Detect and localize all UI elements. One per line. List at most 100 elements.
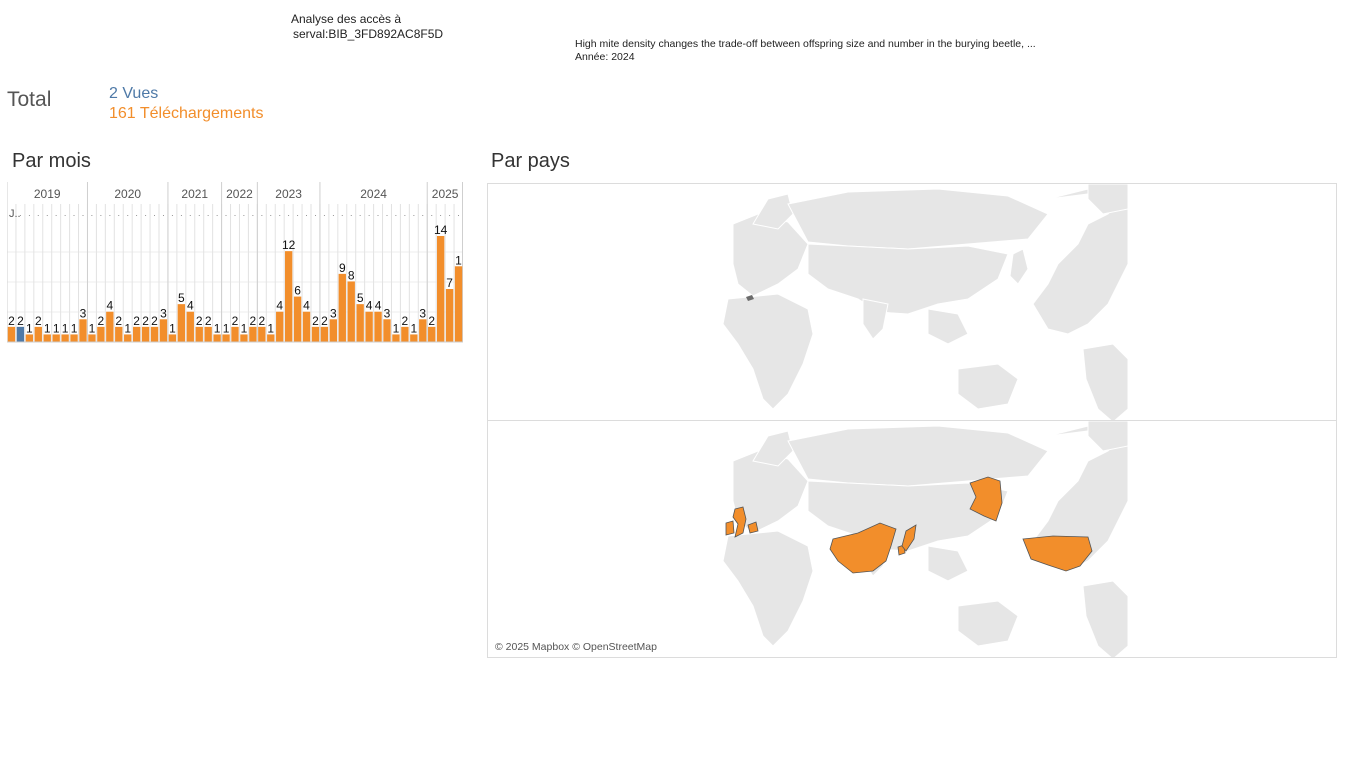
month-header-dot: . (341, 208, 344, 218)
month-header-dot: . (252, 208, 255, 218)
bar-value-label: 8 (348, 268, 355, 282)
bar-value-label: 4 (375, 299, 382, 313)
bar-value-label: 2 (258, 314, 265, 328)
land-south-america (1082, 343, 1129, 420)
bar-value-label: 2 (35, 314, 42, 328)
bar-value-label: 9 (339, 261, 346, 275)
bar-value-label: 5 (178, 291, 185, 305)
month-header-dot: . (37, 208, 40, 218)
month-header-dot: . (46, 208, 49, 218)
month-header-dot: . (135, 208, 138, 218)
bar-downloads (132, 326, 141, 342)
bar-downloads (258, 326, 266, 342)
month-header-dot: . (430, 208, 433, 218)
bar-value-label: 3 (384, 306, 391, 320)
month-header-dot: . (457, 208, 460, 218)
bar-value-label: 1 (26, 321, 33, 335)
total-downloads[interactable]: 161 Téléchargements (109, 105, 263, 123)
month-header-dot: . (28, 208, 31, 218)
bar-value-label: 4 (303, 299, 310, 313)
bar-value-label: 2 (115, 314, 122, 328)
bar-downloads (7, 326, 16, 342)
bar-value-label: 1 (89, 321, 96, 335)
bar-downloads (302, 311, 311, 342)
land-africa (722, 530, 814, 647)
bar-downloads (276, 311, 284, 342)
bar-value-label: 2 (142, 314, 149, 328)
month-header-dot: . (82, 208, 85, 218)
land-asia (807, 243, 1009, 315)
bar-value-label: 2 (151, 314, 158, 328)
bar-value-label: 14 (434, 223, 448, 237)
bar-value-label: 3 (80, 306, 87, 320)
land-southeast-asia (927, 308, 969, 345)
month-header-dot: . (19, 208, 22, 218)
land-japan (1009, 248, 1029, 285)
bar-value-label: 5 (357, 291, 364, 305)
map-panel-views[interactable] (487, 183, 1337, 421)
bar-value-label: 2 (402, 314, 409, 328)
bar-downloads (141, 326, 150, 342)
report-title: Analyse des accès à serval:BIB_3FD892AC8… (291, 12, 443, 42)
month-header-dot: . (100, 208, 103, 218)
bar-value-label: 3 (160, 306, 167, 320)
bar-downloads (428, 326, 436, 342)
bar-value-label: 6 (294, 284, 301, 298)
country-united-states[interactable] (1022, 535, 1093, 572)
month-header-dot: . (171, 208, 174, 218)
bar-downloads (52, 334, 60, 342)
bar-downloads (70, 334, 78, 342)
country-united-kingdom[interactable] (732, 506, 747, 538)
publication-year: Année: 2024 (575, 51, 635, 63)
bar-value-label: 4 (366, 299, 373, 313)
bar-value-label: 3 (330, 306, 337, 320)
month-header-dot: . (359, 208, 362, 218)
year-label-2023: 2023 (275, 187, 302, 201)
bar-value-label: 2 (312, 314, 319, 328)
month-header-dot: . (243, 208, 246, 218)
bar-downloads (150, 326, 159, 342)
month-header-dot: . (314, 208, 317, 218)
bar-value-label: 2 (196, 314, 203, 328)
month-header-dot: . (296, 208, 299, 218)
month-header-dot: . (234, 208, 237, 218)
bar-value-label: 2 (321, 314, 328, 328)
report-title-line1: Analyse des accès à (291, 12, 402, 26)
bar-downloads (365, 311, 373, 342)
land-india (862, 298, 889, 340)
month-header-dot: . (404, 208, 407, 218)
bar-downloads (410, 334, 418, 342)
month-header-dot: . (422, 208, 425, 218)
month-header-dot: . (270, 208, 273, 218)
bar-downloads (249, 326, 257, 342)
bar-downloads (159, 319, 168, 342)
year-label-2024: 2024 (360, 187, 387, 201)
country-ireland[interactable] (725, 520, 735, 536)
bar-value-label: 4 (106, 299, 113, 313)
bar-downloads (186, 311, 194, 342)
month-header-dot: . (180, 208, 183, 218)
bar-value-label: 2 (205, 314, 212, 328)
month-header-dot: . (109, 208, 112, 218)
month-header-dot: . (287, 208, 290, 218)
map-panel-downloads[interactable]: © 2025 Mapbox © OpenStreetMap (487, 420, 1337, 658)
bar-value-label: 1 (169, 321, 176, 335)
bar-value-label: 1 (455, 253, 462, 267)
bar-downloads (347, 281, 355, 342)
bar-value-label: 2 (428, 314, 435, 328)
month-header-dot: . (144, 208, 147, 218)
total-label: Total (7, 88, 52, 111)
bar-value-label: 1 (393, 321, 400, 335)
month-header-dot: . (162, 208, 165, 218)
map-attribution[interactable]: © 2025 Mapbox © OpenStreetMap (495, 641, 657, 653)
land-layer (722, 184, 1130, 420)
country-china[interactable] (829, 522, 897, 574)
year-label-2019: 2019 (34, 187, 61, 201)
bar-downloads (454, 266, 463, 342)
bar-value-label: 1 (410, 321, 417, 335)
month-header-dot: . (153, 208, 156, 218)
month-header-dot: . (126, 208, 129, 218)
monthly-bar-chart[interactable]: 2019 2020 2021 2022 2023 2024 2025J...........… (7, 182, 463, 344)
bar-value-label: 2 (98, 314, 105, 328)
total-views[interactable]: 2 Vues (109, 85, 158, 103)
